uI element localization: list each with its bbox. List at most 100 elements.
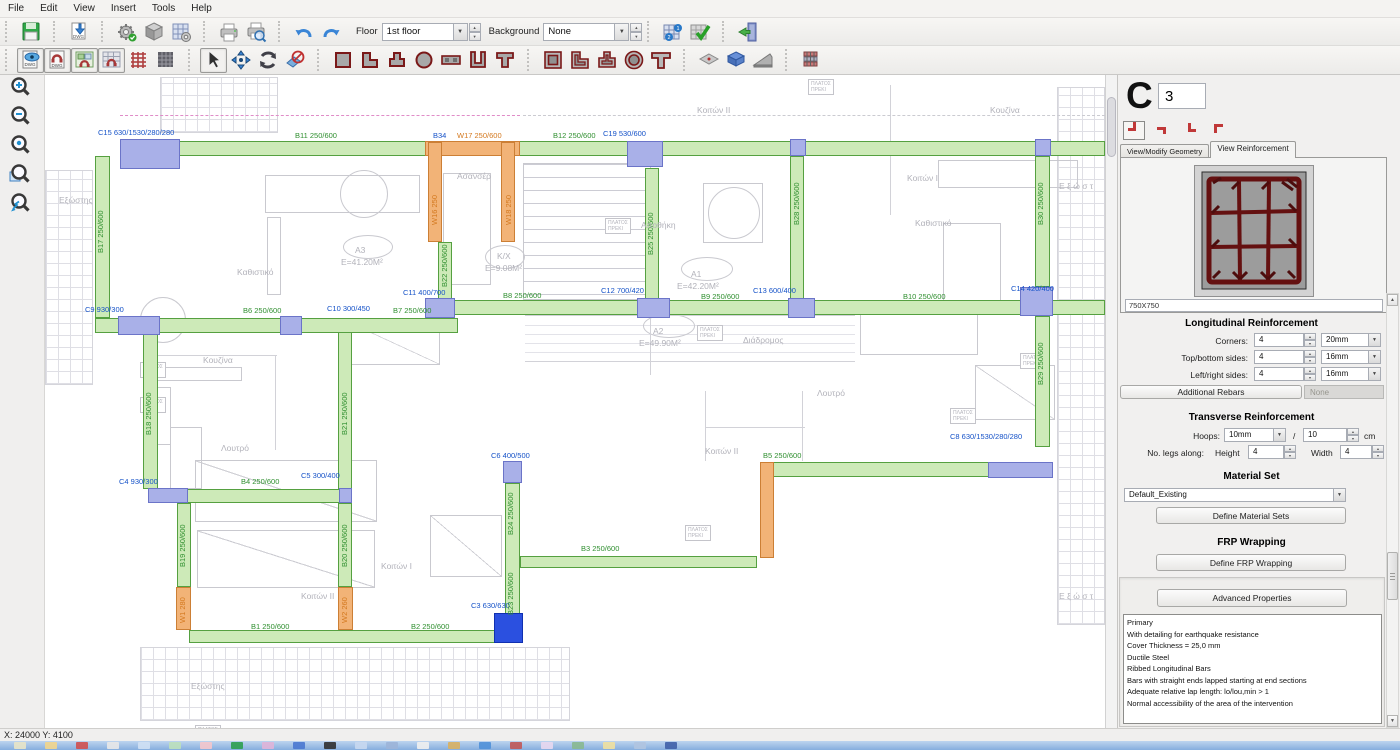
ramp-button[interactable]: [749, 48, 776, 73]
menu-item-edit[interactable]: Edit: [32, 2, 65, 15]
renumber-button[interactable]: 12: [659, 19, 686, 44]
rebar-count-spinner[interactable]: ▲▼: [1304, 333, 1316, 347]
wall[interactable]: [501, 142, 515, 242]
sec-t-button[interactable]: [491, 48, 518, 73]
col-orient-3-button[interactable]: [1179, 121, 1201, 140]
select-button[interactable]: [200, 48, 227, 73]
wall[interactable]: [760, 462, 774, 558]
scroll-down-icon[interactable]: ▼: [1387, 715, 1398, 727]
rebar-count-input[interactable]: 4: [1254, 367, 1304, 381]
grid-settings-button[interactable]: [167, 19, 194, 44]
column[interactable]: [118, 316, 160, 335]
chevron-down-icon[interactable]: ▼: [1368, 351, 1380, 363]
taskbar-item[interactable]: [76, 742, 88, 749]
jacket-rect-button[interactable]: [539, 48, 566, 73]
jacket-t2-button[interactable]: [647, 48, 674, 73]
jacket-circle-button[interactable]: [620, 48, 647, 73]
column[interactable]: [988, 462, 1053, 478]
pattern-button[interactable]: [152, 48, 179, 73]
additional-rebars-button[interactable]: Additional Rebars: [1120, 385, 1302, 399]
taskbar-item[interactable]: [324, 742, 336, 749]
column[interactable]: [788, 298, 815, 318]
taskbar-item[interactable]: [231, 742, 243, 749]
wall-section-button[interactable]: [437, 48, 464, 73]
undo-button[interactable]: [290, 19, 317, 44]
legs-height-spinner[interactable]: ▲▼: [1284, 445, 1296, 459]
dwg-import-button[interactable]: DWG: [44, 48, 71, 73]
beam[interactable]: [440, 300, 1105, 315]
advanced-properties-button[interactable]: Advanced Properties: [1157, 589, 1347, 607]
legs-height-input[interactable]: 4: [1248, 445, 1284, 459]
column[interactable]: [503, 461, 522, 483]
background-spinner[interactable]: ▲▼: [630, 23, 642, 41]
section-dimensions-list[interactable]: 750X750: [1125, 299, 1383, 312]
chevron-down-icon[interactable]: ▼: [453, 24, 467, 40]
col-orient-2-button[interactable]: [1151, 121, 1173, 140]
define-frp-wrapping-button[interactable]: Define FRP Wrapping: [1156, 554, 1346, 571]
col-rect-button[interactable]: [329, 48, 356, 73]
rebar-size-select[interactable]: 20mm▼: [1321, 333, 1381, 347]
scroll-up-icon[interactable]: ▲: [1387, 294, 1398, 306]
column[interactable]: [148, 488, 188, 503]
taskbar-item[interactable]: [510, 742, 522, 749]
zoom-in-button[interactable]: [4, 75, 38, 104]
taskbar-item[interactable]: [572, 742, 584, 749]
exit-button[interactable]: [734, 19, 761, 44]
beam[interactable]: [790, 156, 804, 300]
column[interactable]: [790, 139, 806, 156]
taskbar-item[interactable]: [479, 742, 491, 749]
canvas-vertical-scrollbar[interactable]: [1105, 75, 1117, 728]
import-dwg-button[interactable]: DWG: [65, 19, 92, 44]
chevron-down-icon[interactable]: ▼: [1273, 429, 1285, 441]
beam[interactable]: [520, 556, 757, 568]
floor-select[interactable]: 1st floor▼: [382, 23, 468, 41]
taskbar-item[interactable]: [448, 742, 460, 749]
print-button[interactable]: [215, 19, 242, 44]
tab-view-reinforcement[interactable]: View Reinforcement: [1210, 141, 1295, 158]
zoom-previous-button[interactable]: [4, 191, 38, 220]
beam[interactable]: [189, 630, 523, 643]
slab-button[interactable]: [695, 48, 722, 73]
floor-spinner[interactable]: ▲▼: [469, 23, 481, 41]
canvas-scrollbar-thumb[interactable]: [1107, 97, 1116, 157]
grid-plan-button[interactable]: [98, 48, 125, 73]
col-t-button[interactable]: [383, 48, 410, 73]
col-orient-1-button[interactable]: [1123, 121, 1145, 140]
beam[interactable]: [120, 141, 1105, 156]
taskbar-item[interactable]: [665, 742, 677, 749]
menu-item-insert[interactable]: Insert: [103, 2, 144, 15]
taskbar-item[interactable]: [603, 742, 615, 749]
rebar-count-input[interactable]: 4: [1254, 333, 1304, 347]
wall[interactable]: [428, 142, 442, 242]
chevron-down-icon[interactable]: ▼: [1333, 489, 1345, 501]
print-preview-button[interactable]: [242, 19, 269, 44]
rebar-size-select[interactable]: 16mm▼: [1321, 350, 1381, 364]
rebar-count-input[interactable]: 4: [1254, 350, 1304, 364]
jacket-t-button[interactable]: [593, 48, 620, 73]
column[interactable]: [280, 316, 302, 335]
rebar-size-select[interactable]: 16mm▼: [1321, 367, 1381, 381]
column[interactable]: [1035, 139, 1051, 156]
dwg-view-button[interactable]: DWG: [17, 48, 44, 73]
menu-item-tools[interactable]: Tools: [144, 2, 183, 15]
taskbar-item[interactable]: [293, 742, 305, 749]
taskbar-item[interactable]: [14, 742, 26, 749]
zoom-extents-button[interactable]: [4, 133, 38, 162]
column[interactable]: [339, 488, 352, 503]
panel-scrollbar-thumb[interactable]: [1387, 552, 1398, 600]
taskbar-item[interactable]: [541, 742, 553, 749]
hoops-size-select[interactable]: 10mm ▼: [1224, 428, 1286, 442]
jacket-l-button[interactable]: [566, 48, 593, 73]
taskbar-item[interactable]: [138, 742, 150, 749]
taskbar-item[interactable]: [634, 742, 646, 749]
background-select[interactable]: None▼: [543, 23, 629, 41]
col-circle-button[interactable]: [410, 48, 437, 73]
tab-view-modify-geometry[interactable]: View/Modify Geometry: [1120, 144, 1209, 158]
menu-item-help[interactable]: Help: [183, 2, 220, 15]
column[interactable]: [120, 139, 180, 169]
column-selected[interactable]: [494, 613, 523, 643]
taskbar-item[interactable]: [386, 742, 398, 749]
panel-vertical-scrollbar[interactable]: ▲ ▼: [1386, 293, 1399, 728]
floorplan-canvas[interactable]: ΠΛΑΤΟΣΠΡΕΚΙΠΛΑΤΟΣΠΡΕΚΙΠΛΑΤΟΣΠΡΕΚΙΠΛΑΤΟΣΠ…: [45, 75, 1105, 728]
menu-item-view[interactable]: View: [65, 2, 103, 15]
